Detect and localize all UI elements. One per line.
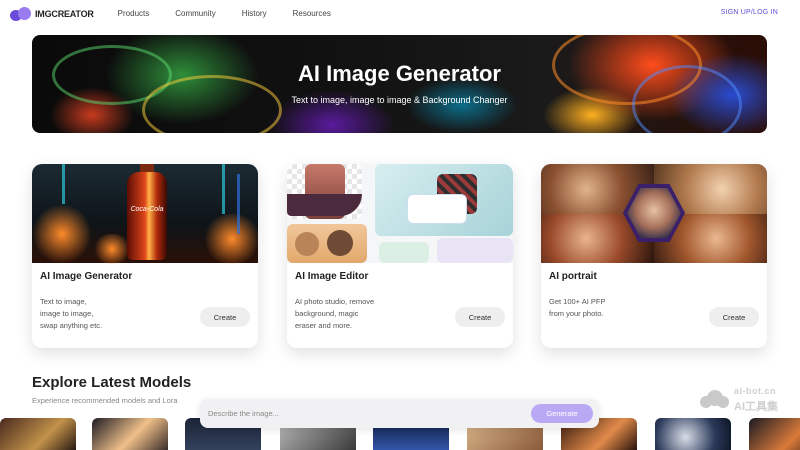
card-image-portraits [541,164,767,263]
bottle-label: Coca-Cola [130,206,164,213]
top-nav: IMGCREATOR Products Community History Re… [0,0,800,27]
watermark-bottom-text: AI工具集 [734,401,778,413]
cloud-icon [700,390,730,408]
logo[interactable]: IMGCREATOR [10,6,94,21]
card-ai-image-generator[interactable]: Coca-Cola AI Image Generator Text to ima… [32,164,258,348]
prompt-bar: Generate [200,399,599,428]
describe-image-input[interactable] [208,405,508,422]
hero-subtitle: Text to image, image to image & Backgrou… [291,95,508,105]
nav-link-history[interactable]: History [242,9,267,18]
explore-subtitle: Experience recommended models and Lora [32,396,178,405]
card-description: Text to image, image to image, swap anyt… [40,297,103,330]
nav-links: Products Community History Resources [118,9,357,18]
logo-icon [10,6,32,21]
card-title: AI Image Editor [295,271,369,282]
model-thumbnail[interactable] [655,418,731,450]
model-thumbnail[interactable] [749,418,800,450]
card-description: Get 100+ AI PFP from your photo. [549,297,606,318]
nav-link-community[interactable]: Community [175,9,215,18]
model-thumbnail[interactable] [0,418,76,450]
watermark-top-text: ai-bot.cn [734,386,776,396]
explore-title: Explore Latest Models [32,374,192,391]
model-thumbnail[interactable] [92,418,168,450]
card-image-neon-bottle: Coca-Cola [32,164,258,264]
card-description: AI photo studio, remove background, magi… [295,297,375,330]
card-title: AI portrait [549,271,597,282]
hero-title: AI Image Generator [298,61,501,86]
card-image-editor-collage [287,164,513,263]
create-button[interactable]: Create [709,307,759,327]
create-button[interactable]: Create [455,307,505,327]
card-ai-image-editor[interactable]: AI Image Editor AI photo studio, remove … [287,164,513,348]
card-title: AI Image Generator [40,271,133,282]
create-button[interactable]: Create [200,307,250,327]
nav-link-resources[interactable]: Resources [293,9,331,18]
generate-button[interactable]: Generate [531,404,593,423]
signup-login-link[interactable]: SIGN UP/LOG IN [721,9,778,16]
hero-banner: AI Image Generator Text to image, image … [32,35,767,133]
nav-link-products[interactable]: Products [118,9,150,18]
watermark: ai-bot.cn AI工具集 [700,384,795,414]
card-ai-portrait[interactable]: AI portrait Get 100+ AI PFP from your ph… [541,164,767,348]
logo-text: IMGCREATOR [35,8,94,19]
